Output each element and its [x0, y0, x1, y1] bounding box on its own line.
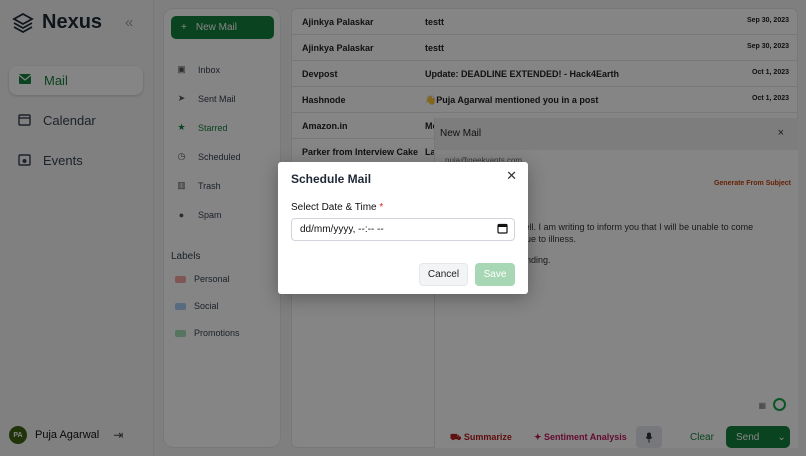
required-mark: * — [379, 202, 384, 213]
date-time-label-text: Select Date & Time — [291, 202, 377, 213]
dialog-title: Schedule Mail — [291, 172, 372, 186]
close-icon[interactable]: ✕ — [506, 168, 517, 184]
schedule-mail-dialog: Schedule Mail ✕ Select Date & Time * dd/… — [278, 162, 528, 294]
save-button[interactable]: Save — [475, 263, 515, 286]
date-time-label: Select Date & Time * — [291, 202, 383, 213]
datetime-placeholder: dd/mm/yyyy, --:-- -- — [300, 224, 384, 235]
calendar-picker-icon[interactable] — [497, 223, 508, 237]
datetime-input[interactable]: dd/mm/yyyy, --:-- -- — [291, 218, 515, 241]
cancel-button[interactable]: Cancel — [419, 263, 468, 286]
